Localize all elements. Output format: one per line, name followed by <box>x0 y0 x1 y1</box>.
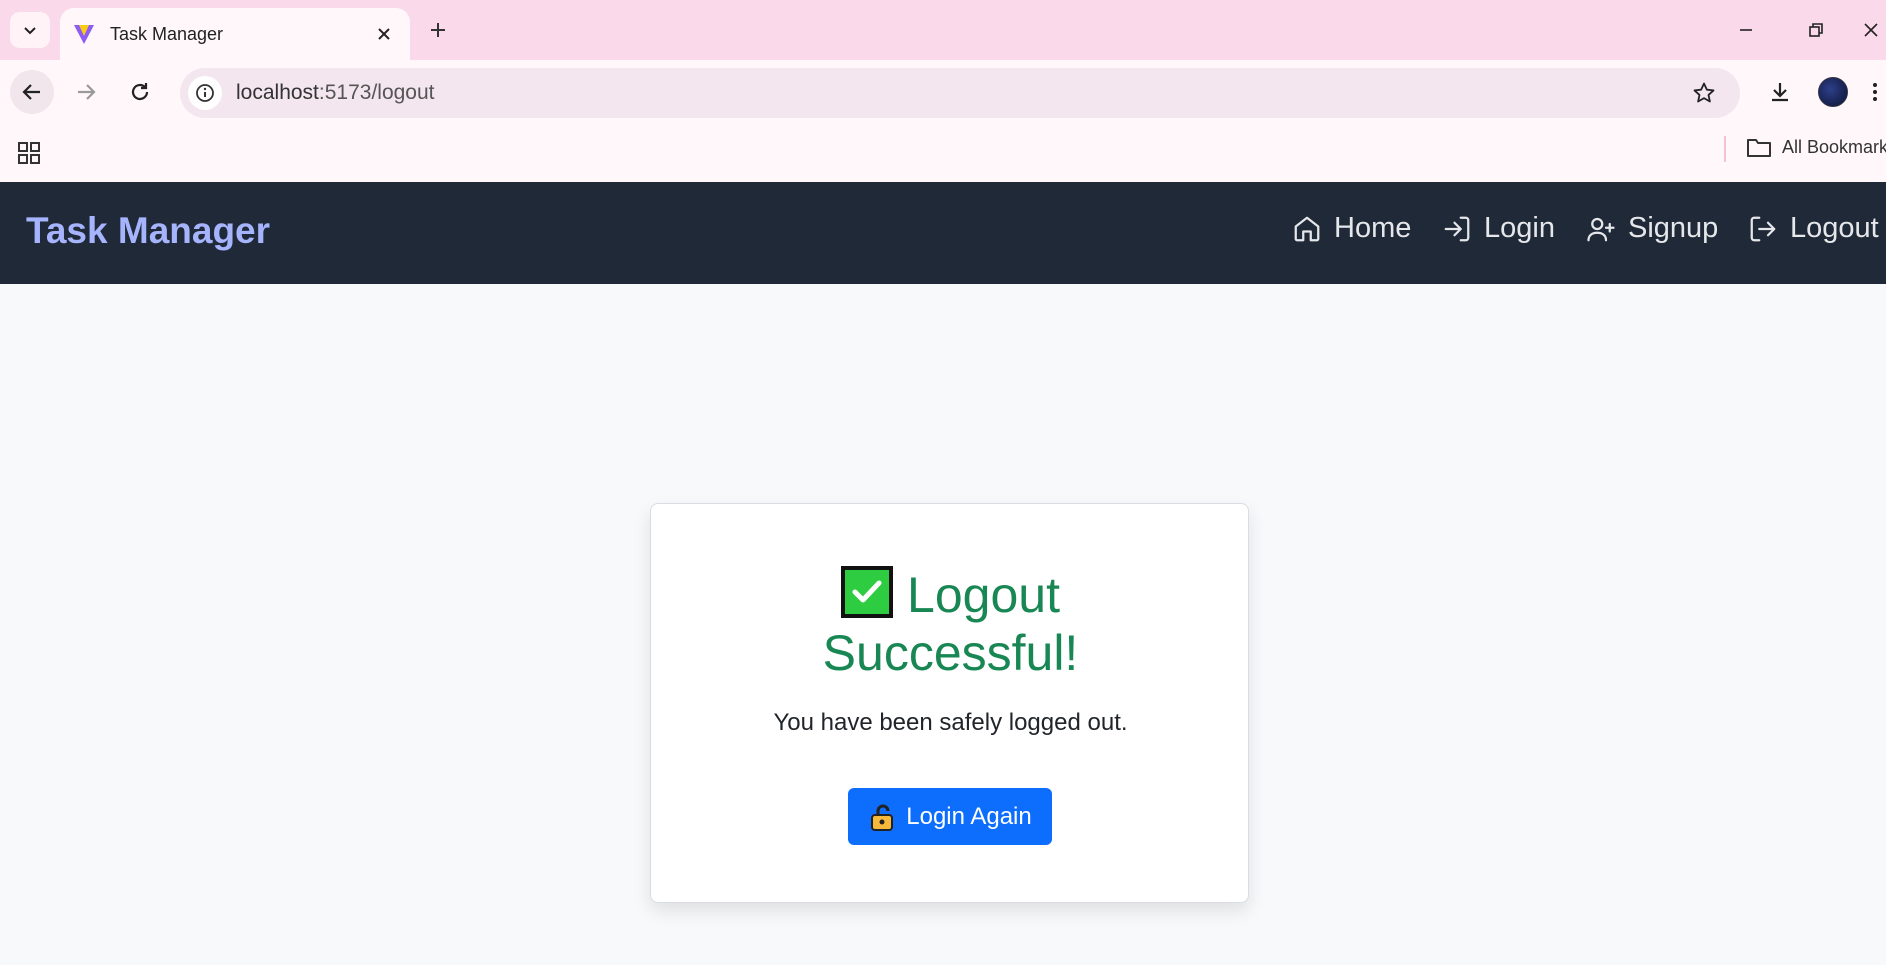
url-host: localhost <box>236 81 319 104</box>
browser-tabstrip: Task Manager <box>0 0 1886 60</box>
home-icon <box>1294 216 1320 241</box>
nav-home-label: Home <box>1334 212 1412 244</box>
login-icon <box>1444 216 1470 241</box>
logout-title-line1: Logout <box>907 567 1060 623</box>
forward-arrow-icon[interactable] <box>64 70 108 114</box>
address-bar[interactable]: localhost:5173/logout <box>180 68 1740 118</box>
tab-title: Task Manager <box>110 23 224 44</box>
login-again-button[interactable]: Login Again <box>848 788 1052 845</box>
browser-tab-active[interactable]: Task Manager <box>60 8 410 60</box>
logout-icon <box>1750 216 1776 241</box>
nav-login-label: Login <box>1484 212 1555 244</box>
logout-title: Logout Successful! <box>651 566 1250 682</box>
folder-icon <box>1747 139 1771 157</box>
logout-card: Logout Successful! You have been safely … <box>650 503 1249 903</box>
logout-title-line2: Successful! <box>822 625 1079 681</box>
nav-login-link[interactable]: Login <box>1442 212 1555 245</box>
all-bookmarks-label: All Bookmarks <box>1782 136 1886 157</box>
nav-logout-label: Logout <box>1790 212 1879 244</box>
check-mark-emoji <box>841 566 894 618</box>
apps-grid-icon[interactable] <box>14 138 44 168</box>
user-plus-icon <box>1587 217 1615 241</box>
back-arrow-icon[interactable] <box>10 70 54 114</box>
login-again-label: Login Again <box>906 802 1032 830</box>
star-icon[interactable] <box>1684 73 1724 113</box>
close-icon[interactable] <box>368 18 400 50</box>
minimize-icon[interactable] <box>1724 12 1768 48</box>
info-icon[interactable] <box>188 76 222 110</box>
all-bookmarks-button[interactable]: All Bookmarks <box>1746 136 1886 158</box>
nav-signup-link[interactable]: Signup <box>1586 212 1718 245</box>
menu-icon[interactable] <box>1864 70 1886 114</box>
plus-icon[interactable] <box>422 14 454 46</box>
chevron-down-icon <box>24 27 36 35</box>
nav-logout-link[interactable]: Logout <box>1748 212 1879 245</box>
url-path: :5173/logout <box>318 81 435 104</box>
lock-emoji <box>871 804 894 831</box>
tab-search-button[interactable] <box>10 12 50 48</box>
brand-logo[interactable]: Task Manager <box>26 210 270 252</box>
nav-home-link[interactable]: Home <box>1292 212 1411 245</box>
download-icon[interactable] <box>1758 70 1802 114</box>
close-window-icon[interactable] <box>1856 12 1886 48</box>
url-text[interactable]: localhost:5173/logout <box>236 81 1684 105</box>
app-navbar: Task Manager Home Login Signup Logout <box>0 182 1886 284</box>
nav-signup-label: Signup <box>1628 212 1719 244</box>
bookmarks-bar: All Bookmarks <box>0 122 1886 182</box>
reload-icon[interactable] <box>118 70 162 114</box>
avatar <box>1818 77 1848 107</box>
bookmarks-divider <box>1724 136 1726 162</box>
browser-toolbar: localhost:5173/logout <box>0 60 1886 122</box>
restore-icon[interactable] <box>1794 12 1838 48</box>
logout-message: You have been safely logged out. <box>773 709 1128 736</box>
profile-avatar[interactable] <box>1811 70 1855 114</box>
vite-favicon-icon <box>70 20 98 48</box>
